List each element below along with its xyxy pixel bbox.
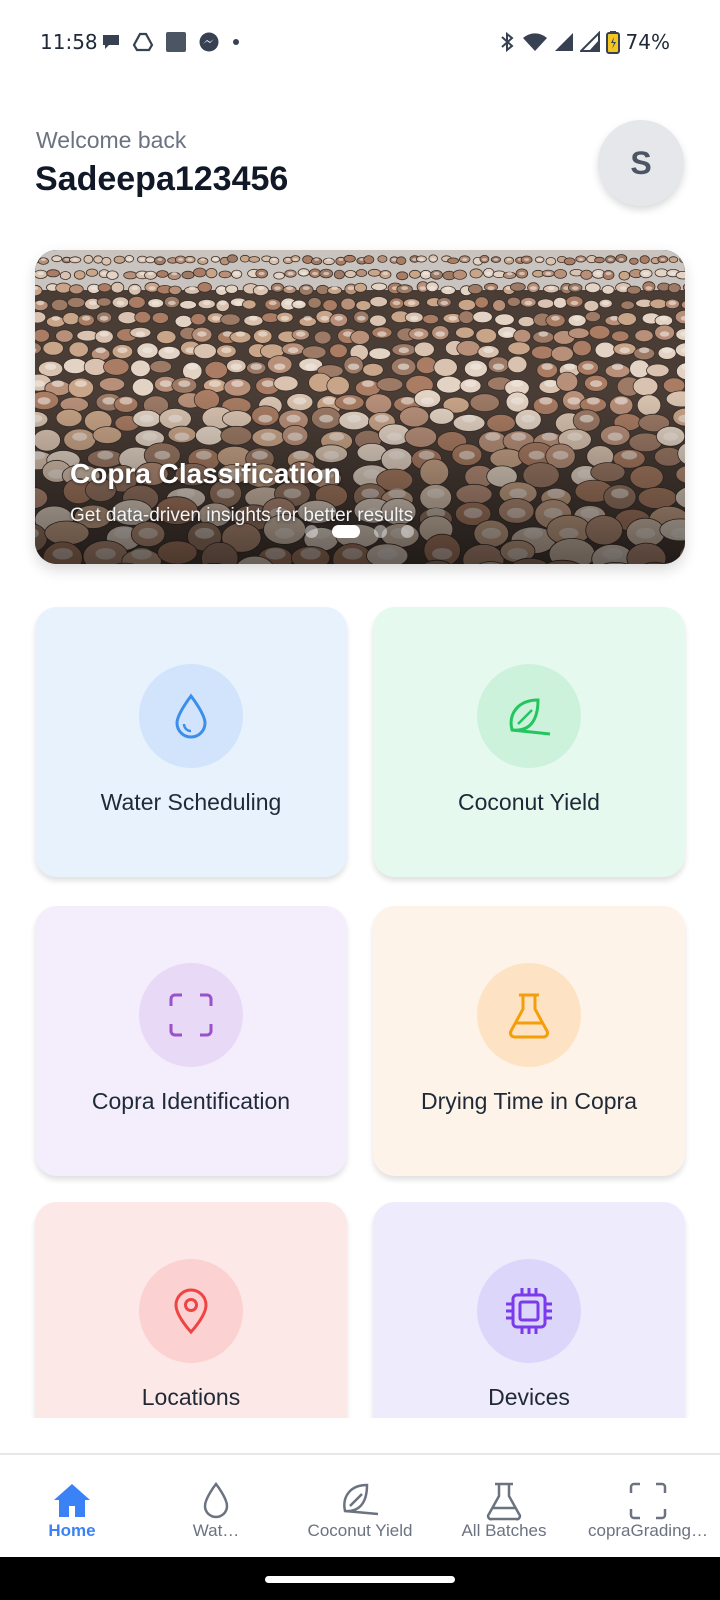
welcome-text: Welcome back	[36, 127, 187, 153]
nav-coconut-yield[interactable]: Coconut Yield	[288, 1455, 432, 1559]
avatar[interactable]: S	[598, 120, 684, 206]
chat-icon	[100, 31, 122, 53]
app-square-icon	[164, 30, 188, 54]
wifi-icon	[522, 31, 548, 53]
username-heading: Sadeepa123456	[35, 160, 289, 198]
card-label: Locations	[141, 1384, 241, 1410]
nav-all-batches[interactable]: All Batches	[432, 1455, 576, 1559]
banner-subtitle: Get data-driven insights for better resu…	[70, 505, 414, 526]
flask-icon	[509, 993, 549, 1039]
home-gesture-handle[interactable]	[265, 1576, 455, 1583]
notification-icons	[100, 30, 242, 54]
signal-icon	[579, 31, 600, 53]
locations-card[interactable]: Locations	[35, 1202, 347, 1418]
nav-home[interactable]: Home	[0, 1455, 144, 1559]
nav-label: All Batches	[461, 1521, 547, 1540]
battery-percent: 74%	[625, 30, 670, 54]
card-label: Water Scheduling	[100, 789, 282, 815]
home-icon	[54, 1484, 90, 1517]
status-time: 11:58	[40, 30, 98, 54]
coconut-yield-card[interactable]: Coconut Yield	[373, 607, 685, 877]
dot-icon	[230, 36, 242, 48]
card-icon-circle	[139, 664, 243, 768]
nav-label: Home	[48, 1521, 96, 1540]
banner-title: Copra Classification	[70, 458, 341, 489]
card-icon-circle	[477, 664, 581, 768]
water-scheduling-card[interactable]: Water Scheduling	[35, 607, 347, 877]
system-gesture-bar	[0, 1557, 720, 1600]
cards-scroll-area: Locations Devices	[0, 1200, 720, 1418]
bluetooth-icon	[498, 31, 516, 53]
chip-icon	[506, 1288, 552, 1334]
card-label: Devices	[488, 1384, 570, 1410]
scan-icon	[629, 1482, 667, 1520]
nav-copra-grading[interactable]: copraGrading…	[576, 1455, 720, 1559]
nav-label: Coconut Yield	[307, 1521, 413, 1540]
carousel-dot[interactable]	[332, 525, 360, 538]
devices-card[interactable]: Devices	[373, 1202, 685, 1418]
card-icon-circle	[477, 963, 581, 1067]
system-icons: 74%	[498, 30, 670, 54]
card-label: Coconut Yield	[458, 789, 600, 815]
carousel-dot[interactable]	[374, 525, 387, 538]
water-drop-icon	[203, 1481, 229, 1519]
nav-label: Wat…	[192, 1521, 240, 1540]
messenger-icon	[198, 31, 220, 53]
leaf-icon	[509, 698, 551, 736]
status-bar: 11:58 74%	[0, 0, 720, 88]
card-label: Copra Identification	[91, 1088, 291, 1114]
flask-icon	[486, 1482, 522, 1521]
bottom-navigation: Home Wat… Coconut Yield All Batches copr…	[0, 1453, 720, 1557]
copra-identification-card[interactable]: Copra Identification	[35, 906, 347, 1176]
leaf-icon	[343, 1483, 379, 1516]
signal-icon	[554, 31, 574, 53]
carousel-dot[interactable]	[401, 525, 414, 538]
carousel-dot[interactable]	[305, 525, 318, 538]
drive-icon	[132, 31, 154, 53]
drying-time-card[interactable]: Drying Time in Copra	[373, 906, 685, 1176]
carousel-dots[interactable]	[305, 525, 414, 538]
banner-carousel[interactable]: Copra Classification Get data-driven ins…	[35, 250, 685, 564]
map-pin-icon	[174, 1288, 208, 1335]
nav-label: copraGrading…	[587, 1521, 708, 1540]
card-icon-circle	[139, 1259, 243, 1363]
card-icon-circle	[139, 963, 243, 1067]
scan-icon	[169, 993, 213, 1037]
water-drop-icon	[175, 693, 207, 739]
card-label: Drying Time in Copra	[420, 1088, 638, 1114]
card-icon-circle	[477, 1259, 581, 1363]
battery-icon	[605, 30, 620, 54]
nav-water-scheduling[interactable]: Wat…	[144, 1455, 288, 1559]
